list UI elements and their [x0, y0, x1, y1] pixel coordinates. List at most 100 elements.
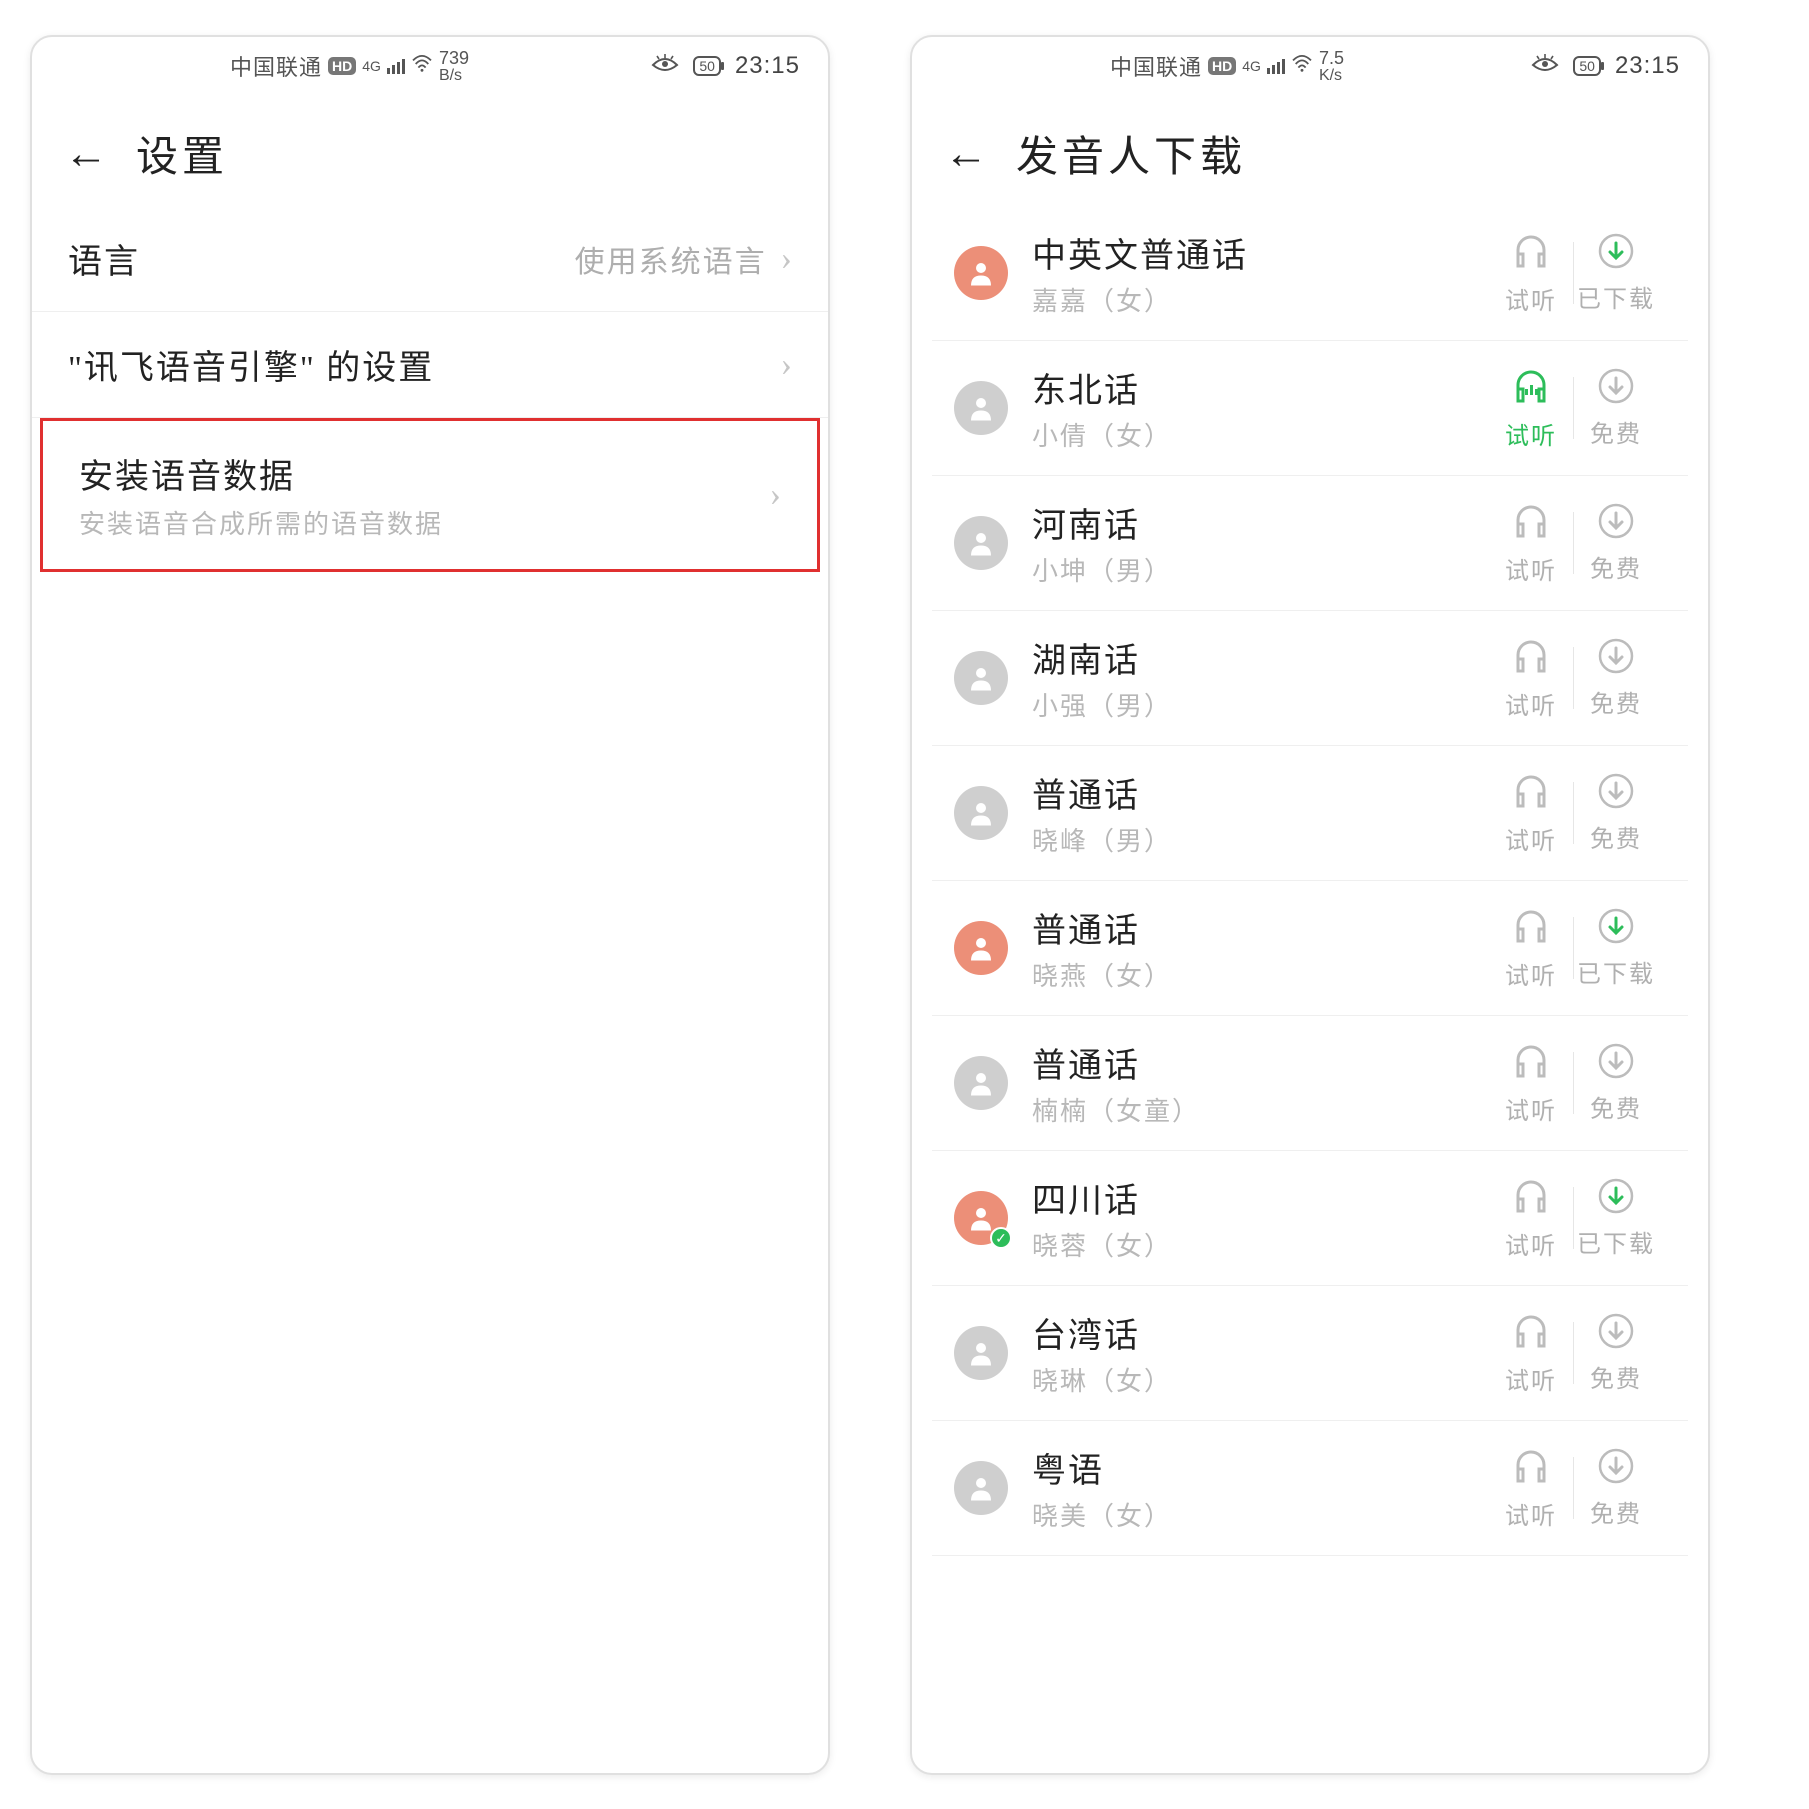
page-title: 发音人下载 [1016, 123, 1246, 184]
avatar-icon [954, 786, 1008, 840]
voice-sub: 晓燕（女） [1032, 956, 1465, 993]
listen-label: 试听 [1505, 686, 1557, 721]
download-icon [1597, 907, 1635, 950]
voice-title: 东北话 [1032, 363, 1465, 412]
voice-text: 普通话楠楠（女童） [1032, 1038, 1465, 1128]
voice-text: 中英文普通话嘉嘉（女） [1032, 228, 1465, 318]
voice-row[interactable]: 粤语晓美（女） 试听免费 [932, 1421, 1688, 1556]
listen-button[interactable]: 试听 [1489, 1040, 1573, 1126]
download-icon [1597, 1042, 1635, 1085]
setting-label: 安装语音数据 [79, 449, 443, 498]
headphones-icon [1510, 635, 1552, 682]
avatar-icon [954, 246, 1008, 300]
voice-sub: 小坤（男） [1032, 551, 1465, 588]
voice-title: 河南话 [1032, 498, 1465, 547]
voice-row[interactable]: 东北话小倩（女） 试听免费 [932, 341, 1688, 476]
voice-list: 中英文普通话嘉嘉（女）试听已下载东北话小倩（女）试听免费河南话小坤（男）试听免费… [912, 206, 1708, 1556]
voice-text: 普通话晓峰（男） [1032, 768, 1465, 858]
download-button[interactable]: 已下载 [1574, 1177, 1658, 1259]
setting-language[interactable]: 语言 使用系统语言 › [32, 206, 828, 312]
voice-row[interactable]: 普通话晓峰（男） 试听免费 [932, 746, 1688, 881]
voice-title: 湖南话 [1032, 633, 1465, 682]
voice-row[interactable]: 台湾话晓琳（女） 试听免费 [932, 1286, 1688, 1421]
back-icon[interactable]: ← [64, 132, 108, 176]
setting-value: 使用系统语言 [575, 237, 767, 281]
headphones-icon [1510, 1445, 1552, 1492]
download-icon [1597, 637, 1635, 680]
voice-sub: 小倩（女） [1032, 416, 1465, 453]
voice-title: 台湾话 [1032, 1308, 1465, 1357]
voice-text: 湖南话小强（男） [1032, 633, 1465, 723]
voice-row[interactable]: 湖南话小强（男） 试听免费 [932, 611, 1688, 746]
listen-label: 试听 [1505, 416, 1557, 451]
eye-icon [651, 53, 679, 79]
voice-actions: 试听免费 [1489, 1445, 1658, 1531]
listen-label: 试听 [1505, 1496, 1557, 1531]
avatar-icon [954, 1326, 1008, 1380]
setting-label: 语言 [68, 234, 140, 283]
listen-button[interactable]: 试听 [1489, 1310, 1573, 1396]
voice-row[interactable]: 普通话晓燕（女） 试听已下载 [932, 881, 1688, 1016]
avatar-icon [954, 516, 1008, 570]
download-icon [1597, 367, 1635, 410]
app-header: ← 设置 [32, 95, 828, 206]
listen-button[interactable]: 试听 [1489, 500, 1573, 586]
headphones-icon [1510, 1310, 1552, 1357]
voice-sub: 嘉嘉（女） [1032, 281, 1465, 318]
voice-row[interactable]: 普通话楠楠（女童） 试听免费 [932, 1016, 1688, 1151]
listen-button[interactable]: 试听 [1489, 770, 1573, 856]
download-icon [1597, 1312, 1635, 1355]
listen-button[interactable]: 试听 [1489, 230, 1573, 316]
voice-text: 粤语晓美（女） [1032, 1443, 1465, 1533]
download-button[interactable]: 免费 [1574, 637, 1658, 719]
voice-actions: 试听已下载 [1489, 905, 1658, 991]
back-icon[interactable]: ← [944, 132, 988, 176]
download-button[interactable]: 已下载 [1574, 907, 1658, 989]
listen-button[interactable]: 试听 [1489, 635, 1573, 721]
download-label: 免费 [1590, 549, 1642, 584]
avatar-icon [954, 1461, 1008, 1515]
setting-engine[interactable]: "讯飞语音引擎" 的设置 › [32, 312, 828, 418]
carrier-label: 中国联通 [1110, 50, 1202, 82]
setting-install-voice-data[interactable]: 安装语音数据 安装语音合成所需的语音数据 › [40, 418, 820, 572]
voice-row[interactable]: 河南话小坤（男） 试听免费 [932, 476, 1688, 611]
voice-sub: 晓琳（女） [1032, 1361, 1465, 1398]
voice-actions: 试听免费 [1489, 635, 1658, 721]
listen-button[interactable]: 试听 [1489, 1445, 1573, 1531]
download-button[interactable]: 已下载 [1574, 232, 1658, 314]
wifi-icon [1291, 53, 1313, 79]
voice-text: 普通话晓燕（女） [1032, 903, 1465, 993]
download-label: 免费 [1590, 1359, 1642, 1394]
download-icon [1597, 502, 1635, 545]
listen-label: 试听 [1505, 1361, 1557, 1396]
download-button[interactable]: 免费 [1574, 502, 1658, 584]
voice-title: 普通话 [1032, 903, 1465, 952]
voice-actions: 试听免费 [1489, 365, 1658, 451]
voice-actions: 试听免费 [1489, 1310, 1658, 1396]
download-button[interactable]: 免费 [1574, 772, 1658, 854]
download-icon [1597, 1177, 1635, 1220]
listen-button[interactable]: 试听 [1489, 905, 1573, 991]
download-button[interactable]: 免费 [1574, 1042, 1658, 1124]
voice-text: 四川话晓蓉（女） [1032, 1173, 1465, 1263]
voice-sub: 晓美（女） [1032, 1496, 1465, 1533]
listen-button[interactable]: 试听 [1489, 1175, 1573, 1261]
phone-settings: 中国联通 HD 4G 739B/s 50 23:15 ← 设置 语言 使用系统语… [30, 35, 830, 1775]
voice-row[interactable]: 中英文普通话嘉嘉（女） 试听已下载 [932, 206, 1688, 341]
headphones-icon [1510, 365, 1552, 412]
download-button[interactable]: 免费 [1574, 1447, 1658, 1529]
listen-button[interactable]: 试听 [1489, 365, 1573, 451]
chevron-right-icon: › [770, 476, 781, 514]
voice-title: 普通话 [1032, 1038, 1465, 1087]
net-speed: 739B/s [439, 49, 469, 84]
page-title: 设置 [136, 123, 228, 184]
download-label: 免费 [1590, 684, 1642, 719]
headphones-icon [1510, 770, 1552, 817]
voice-row[interactable]: ✓四川话晓蓉（女）试听已下载 [932, 1151, 1688, 1286]
download-label: 免费 [1590, 1494, 1642, 1529]
battery-icon: 50 [693, 56, 721, 76]
download-button[interactable]: 免费 [1574, 367, 1658, 449]
avatar-icon [954, 1056, 1008, 1110]
download-button[interactable]: 免费 [1574, 1312, 1658, 1394]
setting-label: "讯飞语音引擎" 的设置 [68, 340, 434, 389]
